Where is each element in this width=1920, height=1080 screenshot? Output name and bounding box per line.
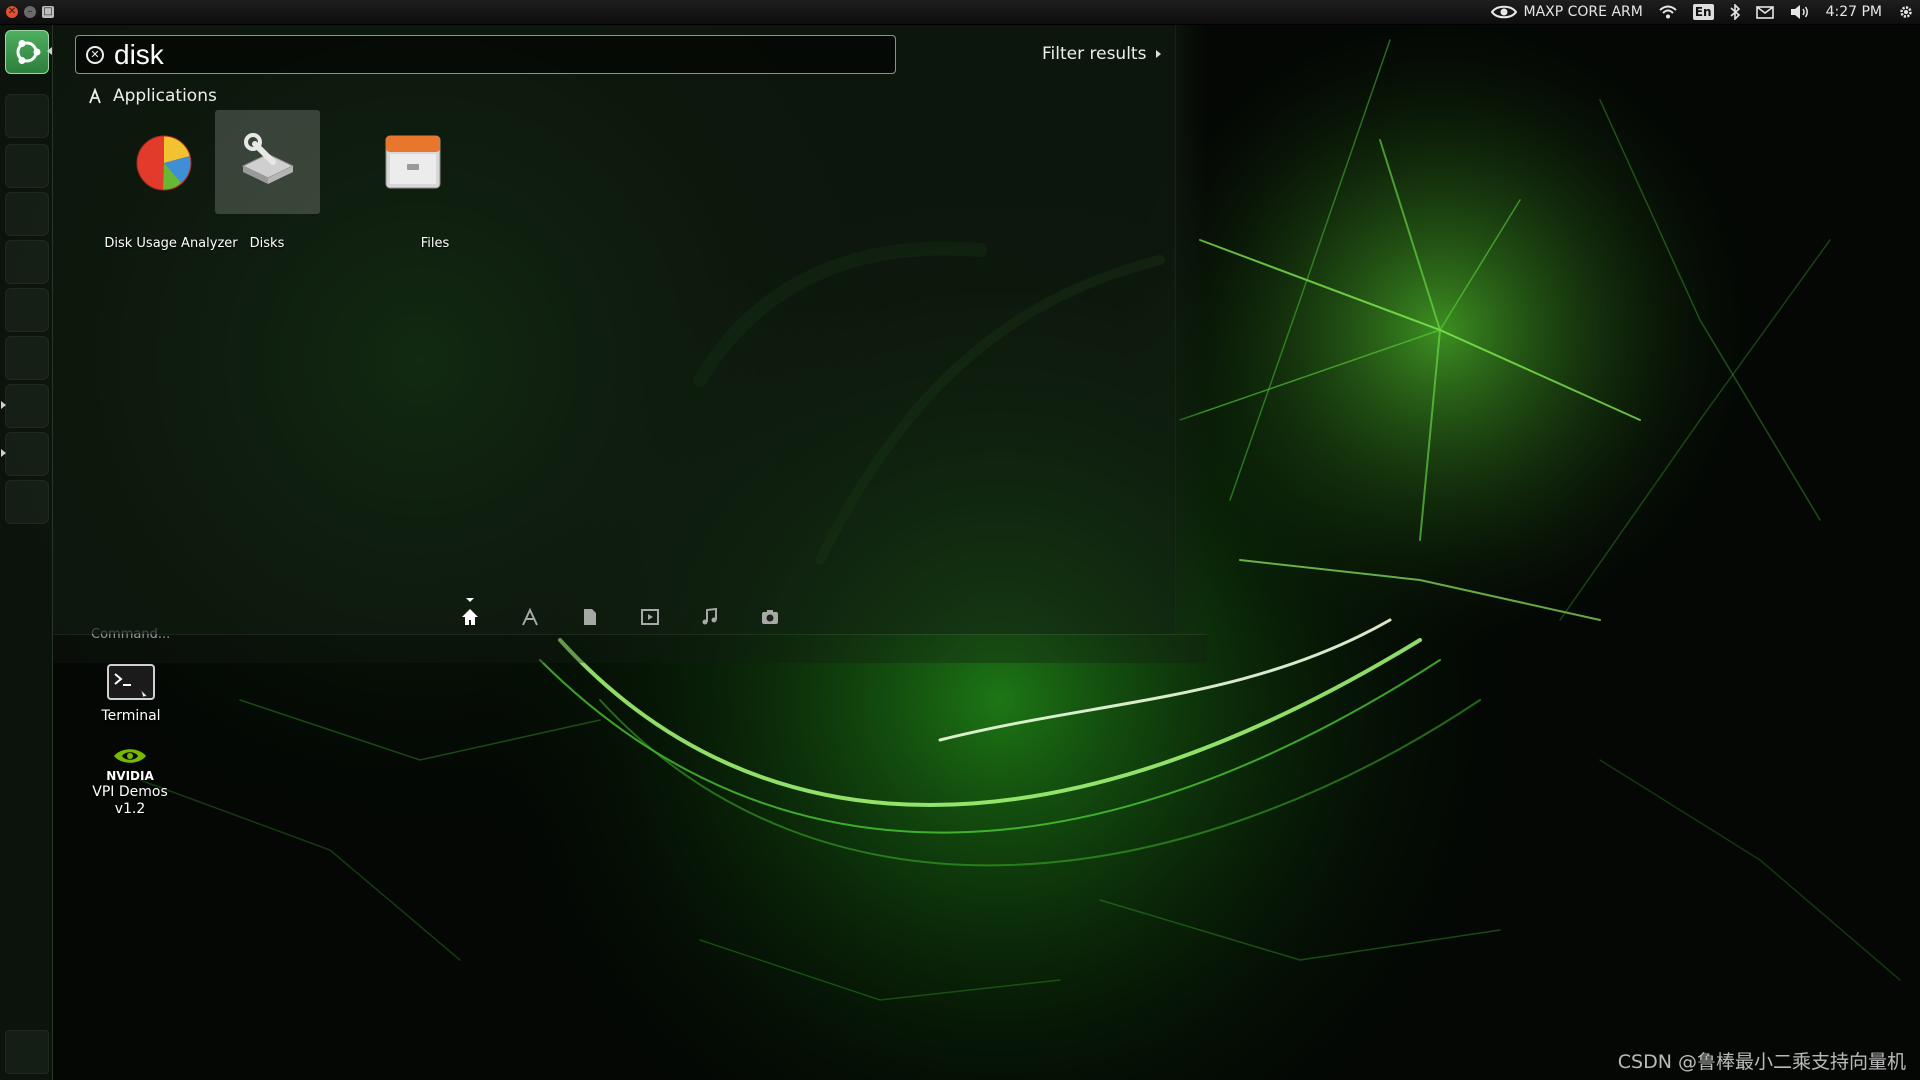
bluetooth-indicator[interactable] xyxy=(1730,4,1740,20)
maximize-window-button[interactable]: □ xyxy=(42,6,54,18)
running-indicator xyxy=(1,401,6,409)
launcher-item-settings[interactable] xyxy=(5,336,49,380)
nvidia-wordmark: NVIDIA xyxy=(106,769,154,783)
dash-overlay: ✕ disk Filter results Applications Disk … xyxy=(53,24,1176,634)
minimize-window-button[interactable]: – xyxy=(24,6,36,18)
dash-edge-shadow xyxy=(1175,24,1207,634)
music-lens-icon[interactable] xyxy=(699,606,721,628)
nvidia-logo-icon xyxy=(114,749,146,763)
csdn-watermark: CSDN @鲁棒最小二乘支持向量机 xyxy=(1617,1051,1906,1073)
clock-time: 4:27 PM xyxy=(1825,4,1882,20)
nvidia-eye-icon xyxy=(1491,5,1518,19)
lens-bar xyxy=(53,594,1175,634)
search-input[interactable]: disk xyxy=(114,39,164,71)
desktop-icon-label-version: v1.2 xyxy=(114,801,146,817)
result-label: Disks xyxy=(249,236,285,251)
result-files[interactable]: Files xyxy=(327,110,479,251)
launcher-item-software[interactable] xyxy=(5,288,49,332)
launcher-item-writer[interactable] xyxy=(5,144,49,188)
dash-bottom-edge: Command... xyxy=(53,627,1207,663)
desktop-icon-vpi-demos[interactable]: NVIDIA VPI Demos v1.2 xyxy=(80,746,180,818)
files-lens-icon[interactable] xyxy=(579,606,601,628)
launcher-item-impress[interactable] xyxy=(5,240,49,284)
active-lens-indicator xyxy=(466,598,474,602)
indicator-area: MAXP CORE ARM En 4:27 PM xyxy=(1491,0,1920,24)
applications-category-icon xyxy=(89,88,101,104)
launcher-item-files[interactable] xyxy=(5,94,49,138)
disks-icon xyxy=(241,133,295,184)
result-disks[interactable]: Disks xyxy=(175,110,327,251)
brand-indicator[interactable]: MAXP CORE ARM xyxy=(1491,4,1643,20)
launcher xyxy=(0,24,53,1080)
category-header[interactable]: Applications xyxy=(87,86,217,106)
close-window-button[interactable]: ✕ xyxy=(6,6,18,18)
dash-search-box[interactable]: ✕ disk xyxy=(75,35,896,74)
brand-label: MAXP CORE ARM xyxy=(1523,4,1643,20)
wifi-indicator[interactable] xyxy=(1659,5,1677,19)
dash-home-button[interactable] xyxy=(5,30,49,74)
launcher-item-updates[interactable] xyxy=(5,384,49,428)
messaging-indicator[interactable] xyxy=(1755,5,1774,19)
video-lens-icon[interactable] xyxy=(639,606,661,628)
files-icon xyxy=(385,135,441,189)
running-indicator xyxy=(1,449,6,457)
home-lens-icon[interactable] xyxy=(459,606,481,628)
launcher-item-system-settings[interactable] xyxy=(5,432,49,476)
sound-indicator[interactable] xyxy=(1790,4,1810,20)
result-label: Files xyxy=(420,236,450,251)
clock-indicator[interactable]: 4:27 PM xyxy=(1826,4,1882,20)
dash-open-indicator xyxy=(47,47,52,55)
photo-lens-icon[interactable] xyxy=(759,606,781,628)
launcher-item-drive[interactable] xyxy=(5,480,49,524)
gear-icon xyxy=(1900,6,1912,18)
session-indicator[interactable] xyxy=(1898,4,1914,20)
filter-results-label: Filter results xyxy=(1042,44,1147,64)
launcher-item-calc[interactable] xyxy=(5,192,49,236)
applications-lens-icon[interactable] xyxy=(519,606,541,628)
filter-results-button[interactable]: Filter results xyxy=(1042,44,1162,64)
filter-arrow-icon xyxy=(1156,50,1162,58)
terminal-icon xyxy=(107,664,155,700)
top-panel: ✕ – □ MAXP CORE ARM En 4:27 PM xyxy=(0,0,1920,25)
launcher-trash-button[interactable] xyxy=(5,1030,49,1074)
speaker-icon xyxy=(1790,5,1808,19)
category-label: Applications xyxy=(113,86,217,106)
bluetooth-icon xyxy=(1730,4,1740,20)
desktop-icon-terminal[interactable]: Terminal xyxy=(81,664,181,725)
keyboard-layout-indicator[interactable]: En xyxy=(1692,4,1714,20)
language-badge: En xyxy=(1692,4,1714,20)
mail-icon xyxy=(1755,5,1774,19)
wifi-icon xyxy=(1659,5,1677,19)
ubuntu-logo-icon xyxy=(16,40,41,64)
desktop-icon-label: Terminal xyxy=(101,708,161,724)
clear-search-icon[interactable]: ✕ xyxy=(86,45,104,64)
desktop-icon-label: VPI Demos xyxy=(92,784,168,800)
